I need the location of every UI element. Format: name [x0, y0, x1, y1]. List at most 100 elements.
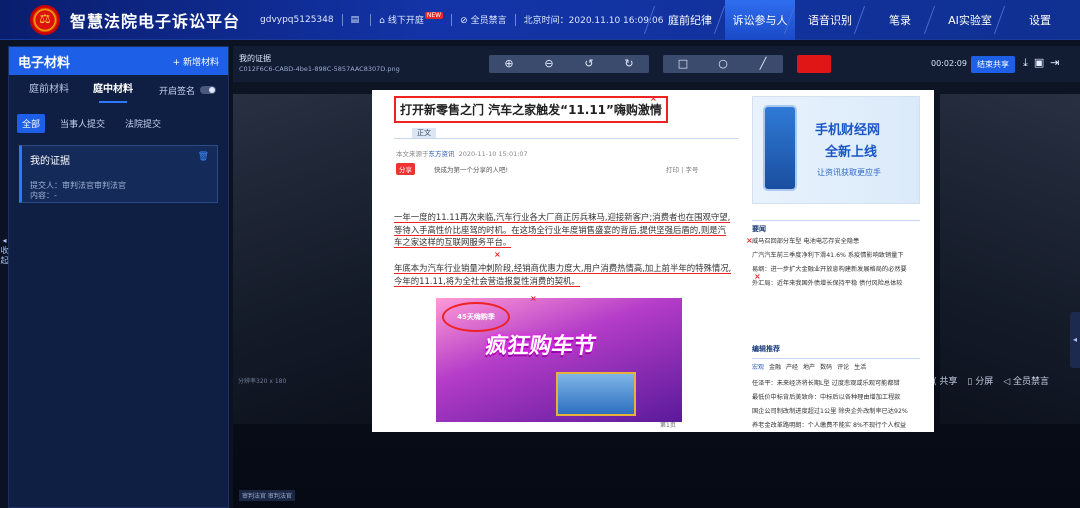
mute-all-label: 全员禁言: [470, 16, 507, 26]
category-tab[interactable]: 生活: [854, 364, 866, 371]
new-badge: NEW: [424, 12, 444, 19]
news-link[interactable]: 国企公司制改制进度超过1公里 除央企外改制率已达92%: [752, 406, 908, 418]
evidence-submitter: 提交人：审判法官审判法官: [30, 181, 126, 190]
sidebar-title: 电子材料: [18, 55, 71, 71]
category-tab[interactable]: 产经: [786, 364, 798, 371]
tab-pretrial-materials[interactable]: 庭前材料: [17, 75, 81, 105]
filter-all[interactable]: 全部: [17, 113, 46, 133]
source-time: 2020-11-10 15:01:07: [458, 150, 528, 158]
nav-tab-discipline[interactable]: 庭前纪律: [655, 0, 725, 40]
article-tab: 正文: [412, 128, 436, 138]
circle-tool-icon[interactable]: ○: [703, 55, 743, 73]
news-link[interactable]: 任泽平：未来经济将长期L型 过度悲观或乐观可能都错: [752, 378, 900, 390]
document-icon[interactable]: ▤: [351, 15, 360, 25]
filter-court[interactable]: 法院提交: [120, 114, 166, 133]
add-material-button[interactable]: + 新增材料: [173, 55, 219, 68]
editor-picks-title: 编辑推荐: [752, 345, 780, 353]
zoom-out-icon[interactable]: ⊖: [529, 55, 569, 73]
divider: [394, 138, 738, 139]
nav-tab-transcript[interactable]: 笔录: [865, 0, 935, 40]
app-title: 智慧法院电子诉讼平台: [70, 11, 241, 31]
tab-intrial-materials[interactable]: 庭中材料: [81, 75, 145, 105]
split-label: 分屏: [975, 377, 994, 387]
line-tool-icon[interactable]: ╱: [743, 55, 783, 73]
right-panel-handle[interactable]: ◂: [1070, 312, 1080, 368]
materials-sidebar: 电子材料 + 新增材料 庭前材料 庭中材料 开启签名 全部 当事人提交 法院提交…: [8, 46, 229, 508]
rectangle-tool-icon[interactable]: □: [663, 55, 703, 73]
source-name[interactable]: 东方资讯: [429, 150, 455, 158]
color-picker-red[interactable]: [797, 55, 831, 73]
annotation-close-icon[interactable]: ×: [650, 94, 657, 103]
category-tab[interactable]: 地产: [803, 364, 815, 371]
article-source: 本文来源于东方资讯 2020-11-10 15:01:07: [396, 148, 528, 158]
para1-text: 一年一度的11.11再次来临,汽车行业各大厂商正厉兵秣马,迎接新客户;消费者也在…: [394, 212, 731, 249]
collapse-label: 收起: [0, 246, 9, 265]
nav-tab-participants[interactable]: 诉讼参与人: [725, 0, 795, 40]
save-icon[interactable]: ▣: [1034, 56, 1044, 70]
share-button[interactable]: 分享: [396, 163, 415, 175]
chevron-left-icon: ◂: [2, 236, 7, 245]
collapse-sidebar-handle[interactable]: ◂ 收起: [0, 236, 9, 276]
article-headline: 打开新零售之门 汽车之家触发“11.11”嗨购激情: [394, 96, 668, 123]
evidence-title: 我的证据: [239, 54, 271, 63]
trash-icon[interactable]: 🗑: [198, 152, 209, 162]
category-tab[interactable]: 数码: [820, 364, 832, 371]
divider: [752, 220, 920, 221]
category-tab[interactable]: 宏观: [752, 364, 764, 371]
nav-tab-ai-lab[interactable]: AI实验室: [935, 0, 1005, 40]
filter-party[interactable]: 当事人提交: [55, 114, 110, 133]
ad-banner[interactable]: 手机财经网 全新上线 让资讯获取更应手: [752, 96, 920, 204]
resolution-label: 分辨率320 x 180: [238, 378, 287, 385]
divider: [341, 13, 343, 26]
sign-toggle-group: 开启签名: [159, 84, 217, 97]
phone-image: [763, 105, 797, 191]
annotation-close-icon[interactable]: ×: [494, 250, 501, 259]
sidebar-header: 电子材料 + 新增材料: [9, 47, 228, 75]
mute-icon: ⊘: [460, 16, 468, 26]
category-tab[interactable]: 评论: [837, 364, 849, 371]
share-label: 共享: [939, 377, 958, 387]
divider: [514, 13, 516, 26]
news-link[interactable]: 最低价中标背后美致命：中标后以各种理由增加工程款: [752, 392, 901, 404]
divider: [752, 358, 920, 359]
news-link[interactable]: 外汇局：近年来我国外债增长保持平稳 债付风险总体较: [752, 278, 902, 290]
nav-tab-settings[interactable]: 设置: [1005, 0, 1075, 40]
zoom-in-icon[interactable]: ⊕: [489, 55, 529, 73]
category-tab[interactable]: 金融: [769, 364, 781, 371]
viewer-actions: ⤓ ▣ ⇥: [1023, 56, 1060, 70]
mute-control[interactable]: ◁ 全员禁言: [1003, 374, 1049, 387]
evidence-document: 打开新零售之门 汽车之家触发“11.11”嗨购激情 × 正文 本文来源于东方资讯…: [372, 90, 934, 432]
sign-toggle[interactable]: [200, 86, 217, 94]
annotation-close-icon[interactable]: ×: [530, 294, 537, 303]
print-fontsize[interactable]: 打印 | 字号: [666, 164, 698, 174]
news-link[interactable]: 广汽汽车前三季度净利下滑41.6% 系疫情影响致销量下: [752, 250, 904, 262]
ad-line-3: 让资讯获取更应手: [817, 168, 881, 177]
nav-tab-speech-recognition[interactable]: 语音识别: [795, 0, 865, 40]
end-share-button[interactable]: 结束共享: [971, 56, 1015, 73]
sidebar-tabs: 庭前材料 庭中材料 开启签名: [9, 75, 228, 105]
news-link[interactable]: 威马召回部分车型 电池电芯存安全隐患: [752, 236, 859, 248]
share-prompt: 快成为第一个分享的人吧!: [434, 166, 509, 174]
zoom-rotate-group: ⊕ ⊖ ↺ ↻: [489, 55, 649, 73]
article-sidebar: 手机财经网 全新上线 让资讯获取更应手 要闻 威马召回部分车型 电池电芯存安全隐…: [752, 96, 922, 432]
rotate-left-icon[interactable]: ↺: [569, 55, 609, 73]
news-link[interactable]: 养老金改革路明朗：个人缴费不能实 8%不现行个人权益: [752, 420, 906, 432]
rotate-right-icon[interactable]: ↻: [609, 55, 649, 73]
evidence-content: 内容：-: [30, 191, 57, 200]
chevron-left-icon: ◂: [1072, 335, 1077, 344]
split-control[interactable]: ▯ 分屏: [967, 374, 993, 387]
top-bar: ⚖ 智慧法院电子诉讼平台 gdvypq5125348 ▤ ⌂ 线下开庭NEW ⊘ 全…: [0, 0, 1080, 40]
download-icon[interactable]: ⤓: [1023, 56, 1028, 70]
share-control[interactable]: ⟨ 共享: [933, 374, 957, 387]
background-video-left: [233, 94, 373, 424]
share-timer: 00:02:09: [931, 59, 967, 68]
evidence-card[interactable]: 我的证据 🗑 提交人：审判法官审判法官 内容：-: [19, 145, 218, 203]
exit-icon[interactable]: ⇥: [1050, 56, 1059, 70]
viewer-toolbar: 我的证据 C012F6C6-CABD-4be1-898C-5857AAC8307…: [233, 46, 1080, 82]
news-link[interactable]: 易纲：进一步扩大金融业开放息构建新发展格局的必然要: [752, 264, 907, 276]
offline-open-button[interactable]: ⌂ 线下开庭NEW: [379, 12, 444, 26]
source-prefix: 本文来源于: [396, 150, 429, 158]
mute-all-button[interactable]: ⊘ 全员禁言: [460, 13, 507, 26]
filter-bar: 全部 当事人提交 法院提交: [9, 111, 228, 135]
hot-news-title: 要闻: [752, 225, 766, 233]
